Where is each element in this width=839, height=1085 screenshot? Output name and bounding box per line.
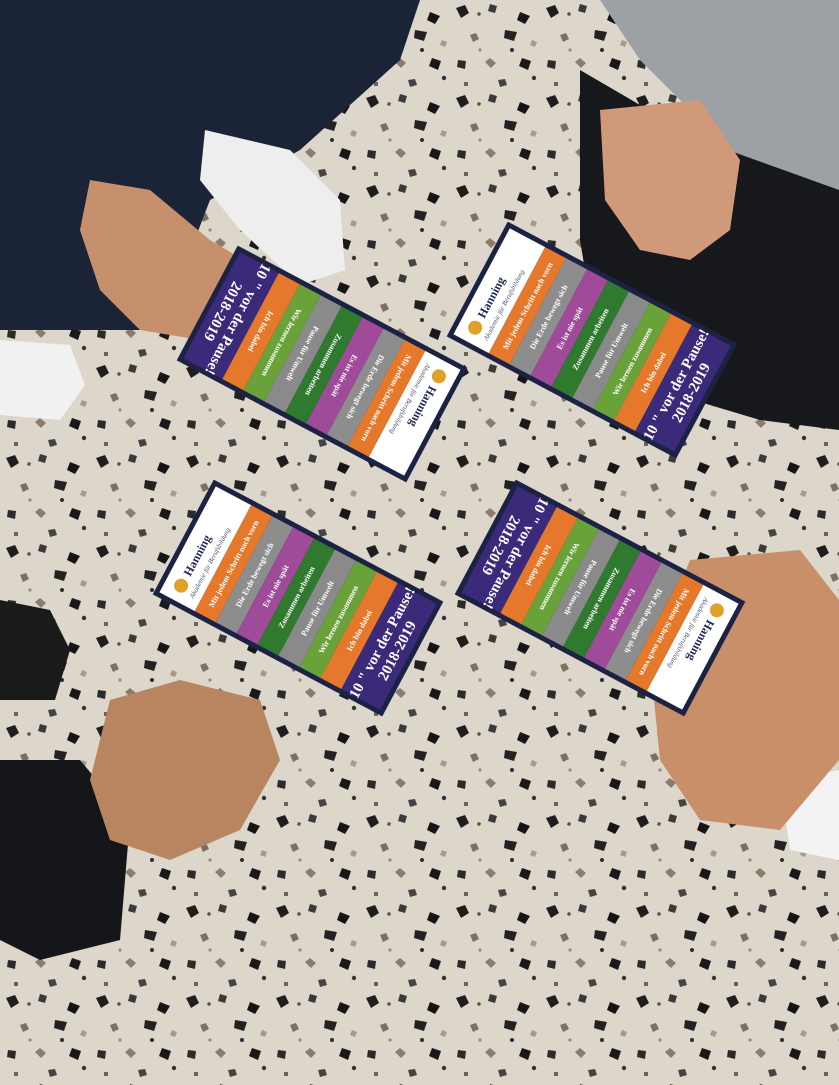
photo-scene: HanningAkademie für BerufsbildungMit jed… bbox=[0, 0, 839, 1085]
